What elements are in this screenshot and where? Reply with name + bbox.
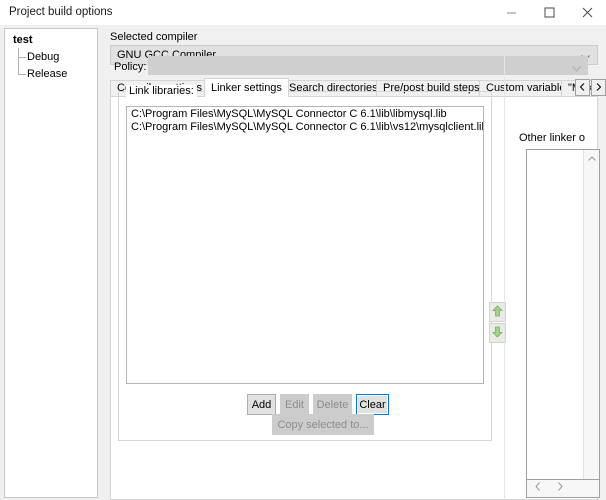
scroll-left-button[interactable]: [529, 480, 547, 496]
other-linker-options-panel: Other linker o: [514, 132, 606, 500]
close-button[interactable]: [568, 0, 606, 25]
chevron-right-icon: [596, 82, 602, 94]
window-title: Project build options: [9, 6, 113, 18]
chevron-left-icon: [579, 82, 585, 94]
tree-item-release[interactable]: Release: [27, 68, 67, 80]
title-bar: Project build options: [0, 0, 606, 26]
other-linker-horizontal-scrollbar[interactable]: [526, 480, 600, 498]
link-libraries-list[interactable]: C:\Program Files\MySQL\MySQL Connector C…: [126, 106, 484, 384]
project-build-options-dialog: Project build options test Debug Release…: [0, 0, 606, 500]
tree-connector-release: [18, 74, 26, 75]
edit-button[interactable]: Edit: [280, 394, 309, 415]
chevron-left-icon: [535, 482, 541, 494]
list-item[interactable]: C:\Program Files\MySQL\MySQL Connector C…: [127, 107, 483, 120]
chevron-up-icon: [588, 152, 596, 164]
scroll-right-button[interactable]: [551, 480, 569, 496]
other-linker-vertical-scrollbar[interactable]: [583, 150, 599, 479]
minimize-button[interactable]: [492, 0, 530, 25]
other-linker-options-textarea[interactable]: [526, 149, 600, 480]
delete-button[interactable]: Delete: [313, 394, 352, 415]
panel-separator: [504, 53, 505, 500]
copy-selected-to-button[interactable]: Copy selected to...: [272, 414, 374, 435]
clear-button[interactable]: Clear: [356, 394, 389, 415]
other-linker-options-label: Other linker o: [519, 132, 586, 144]
maximize-button[interactable]: [530, 0, 568, 25]
tree-item-root[interactable]: test: [13, 34, 33, 46]
tree-item-debug[interactable]: Debug: [27, 51, 59, 63]
selected-compiler-label: Selected compiler: [110, 31, 198, 43]
chevron-right-icon: [557, 482, 563, 494]
window-controls: [492, 0, 606, 25]
build-targets-tree[interactable]: test Debug Release: [4, 28, 98, 498]
tab-linker-settings[interactable]: Linker settings: [204, 78, 289, 97]
chevron-down-icon: [572, 63, 581, 72]
arrow-up-icon: [492, 304, 503, 320]
add-button[interactable]: Add: [247, 394, 276, 415]
policy-label: Policy:: [114, 61, 147, 73]
close-icon: [582, 7, 593, 18]
policy-dropdown[interactable]: [148, 56, 588, 75]
list-item[interactable]: C:\Program Files\MySQL\MySQL Connector C…: [127, 120, 483, 133]
scroll-up-button[interactable]: [584, 150, 600, 166]
maximize-icon: [544, 7, 555, 18]
dialog-client-area: test Debug Release Selected compiler GNU…: [0, 25, 606, 500]
tree-connector-line: [18, 48, 19, 75]
tab-scroll-left-button[interactable]: [575, 79, 590, 96]
arrow-down-icon: [492, 326, 503, 341]
link-libraries-label: Link libraries:: [126, 85, 197, 97]
minimize-icon: [506, 7, 517, 18]
tree-connector-debug: [18, 57, 26, 58]
tab-scroll-right-button[interactable]: [591, 79, 606, 96]
